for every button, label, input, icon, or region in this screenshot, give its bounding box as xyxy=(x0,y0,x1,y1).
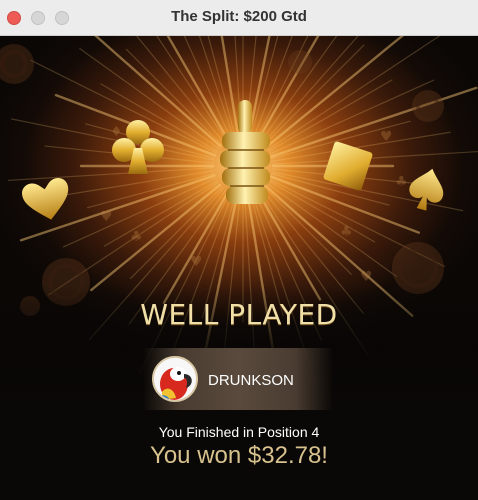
player-name: DRUNKSON xyxy=(208,372,294,389)
heart-icon xyxy=(22,177,69,220)
svg-text:♣: ♣ xyxy=(130,229,143,245)
spade-icon xyxy=(409,168,444,211)
app-window: The Split: $200 Gtd ♣ ♣ ♦ ♥ ♣ ♥ ♥ ♥ WELL… xyxy=(0,0,478,500)
svg-text:♣: ♣ xyxy=(340,224,353,240)
window-title: The Split: $200 Gtd xyxy=(171,8,307,25)
finish-position-text: You Finished in Position 4 xyxy=(158,424,320,440)
result-panel: ♣ ♣ ♦ ♥ ♣ ♥ ♥ ♥ WELL PLAYED DRUNKSON You… xyxy=(0,36,478,500)
svg-text:♥: ♥ xyxy=(380,129,393,145)
well-played-heading: WELL PLAYED xyxy=(140,298,338,331)
winnings-text: You won $32.78! xyxy=(150,442,328,469)
thumbs-up-icon xyxy=(220,100,270,204)
title-bar[interactable]: The Split: $200 Gtd xyxy=(0,0,478,36)
club-icon xyxy=(112,120,164,174)
parrot-icon xyxy=(154,358,196,400)
svg-text:♥: ♥ xyxy=(100,209,113,225)
parrot-avatar xyxy=(152,356,198,402)
svg-text:♥: ♥ xyxy=(190,254,203,270)
svg-text:♥: ♥ xyxy=(360,269,373,285)
diamond-icon xyxy=(323,141,373,191)
